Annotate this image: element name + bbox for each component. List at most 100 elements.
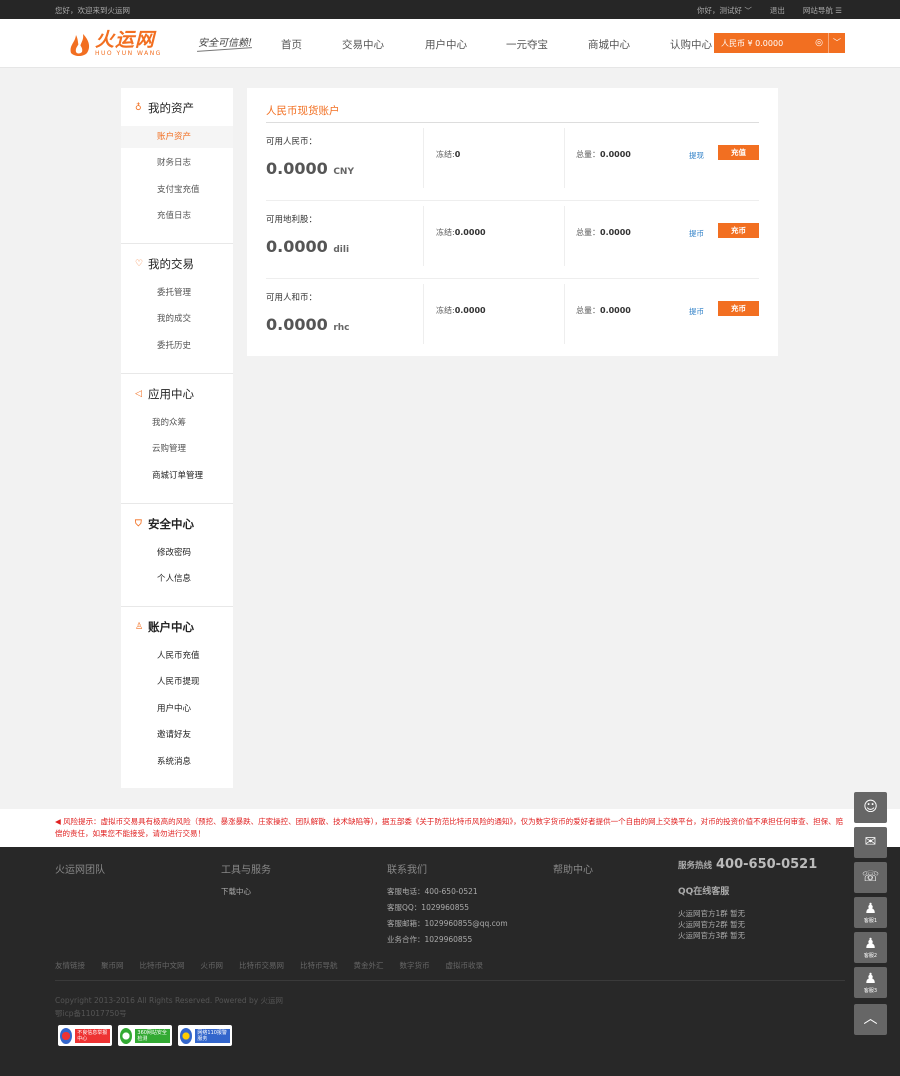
total-value: 总量：0.0000 (576, 306, 631, 315)
sidebar: ♁ 我的资产 账户资产 财务日志 支付宝充值 充值日志 ♡ 我的交易 委托管理 … (121, 88, 233, 788)
headset-icon: ☺ (863, 799, 878, 815)
header: 火运网 HUO YUN WANG 安全可信赖! 首页 交易中心 用户中心 一元夺… (0, 19, 900, 68)
footer-contact-title: 联系我们 (387, 865, 427, 876)
deposit-coin-button[interactable]: 充币 (718, 301, 759, 316)
nav-one-yuan[interactable]: 一元夺宝 (506, 37, 548, 52)
nav-mall-center[interactable]: 商城中心 (588, 37, 630, 52)
contact-business: 业务合作：1029960855 (387, 935, 473, 944)
sidebar-title-apps: ◁ 应用中心 (135, 386, 194, 402)
friend-link[interactable]: 比特币交易网 (239, 960, 284, 971)
copyright-text: Copyright 2013-2016 All Rights Reserved.… (55, 996, 284, 1005)
phone-button[interactable]: ☏ (854, 862, 887, 893)
police-110-badge[interactable]: 网络110报警服务 (178, 1025, 232, 1046)
speaker-icon: ◁ (135, 389, 142, 399)
logo[interactable]: 火运网 HUO YUN WANG (67, 31, 162, 57)
sidebar-title-label: 安全中心 (148, 517, 194, 531)
withdraw-coin-link[interactable]: 提币 (689, 228, 704, 239)
icp-text: 鄂icp备11017750号 (55, 1009, 127, 1018)
logout-link[interactable]: 退出 (770, 5, 785, 16)
friend-link[interactable]: 黄金外汇 (354, 960, 384, 971)
chevron-down-icon[interactable]: ﹀ (828, 33, 845, 53)
sidebar-item-account-assets[interactable]: 账户资产 (121, 126, 233, 148)
group-item: 火运网官方3群 暂无 (678, 931, 746, 940)
customer-service-button[interactable]: ☺ (854, 792, 887, 823)
back-to-top-button[interactable]: ︿ (854, 1004, 887, 1035)
welcome-text: 您好，欢迎来到火运网 (55, 6, 130, 15)
sidebar-divider (121, 373, 233, 374)
friend-link[interactable]: 虚拟币收录 (446, 960, 484, 971)
sidebar-item-alipay-recharge[interactable]: 支付宝充值 (121, 179, 233, 201)
security-check-badge[interactable]: 360网站安全检测 (118, 1025, 172, 1046)
sidebar-item-order-manage[interactable]: 委托管理 (121, 282, 233, 304)
qq-kefu2-button[interactable]: ♟ 客服2 (854, 932, 887, 963)
friend-link[interactable]: 比特币中文网 (140, 960, 185, 971)
nav-user-center[interactable]: 用户中心 (425, 37, 467, 52)
total-value: 总量：0.0000 (576, 150, 631, 159)
footer-divider (55, 980, 845, 981)
heart-icon: ♡ (135, 259, 144, 269)
report-center-badge[interactable]: 不良信息举报中心 (58, 1025, 112, 1046)
sidebar-item-crowdfunding[interactable]: 我的众筹 (121, 412, 233, 434)
sidebar-item-system-messages[interactable]: 系统消息 (121, 751, 233, 773)
qq-kefu3-button[interactable]: ♟ 客服3 (854, 967, 887, 998)
friend-link[interactable]: 火币网 (201, 960, 224, 971)
sidebar-item-recharge-log[interactable]: 充值日志 (121, 205, 233, 227)
friend-link[interactable]: 比特币导航 (300, 960, 338, 971)
friend-links: 友情链接 聚币网 比特币中文网 火币网 比特币交易网 比特币导航 黄金外汇 数字… (55, 960, 499, 971)
qq-service-link[interactable]: QQ在线客服 (678, 884, 729, 897)
wechat-button[interactable]: ✉ (854, 827, 887, 858)
chevron-up-icon: ︿ (863, 1011, 878, 1027)
sidebar-item-finance-log[interactable]: 财务日志 (121, 152, 233, 174)
nav-home[interactable]: 首页 (281, 37, 302, 52)
eye-icon[interactable]: ◎ (810, 38, 828, 48)
footer-team-title: 火运网团队 (55, 865, 105, 876)
user-greeting-menu[interactable]: 你好，测试好 ﹀ (697, 5, 752, 16)
sidebar-title-assets: ♁ 我的资产 (135, 100, 194, 116)
top-bar: 您好，欢迎来到火运网 你好，测试好 ﹀ 退出 网站导航 ☰ (0, 0, 900, 19)
withdraw-link[interactable]: 提现 (689, 150, 704, 161)
nav-trade-center[interactable]: 交易中心 (342, 37, 384, 52)
sidebar-item-my-deals[interactable]: 我的成交 (121, 308, 233, 330)
balance-value: 人民币 ¥ 0.0000 (721, 38, 784, 48)
footer: 火运网团队 工具与服务 下载中心 联系我们 客服电话：400-650-0521 … (0, 847, 900, 1076)
sidebar-title-account: ♙ 账户中心 (135, 619, 194, 635)
sidebar-title-security: ⛉ 安全中心 (135, 516, 194, 532)
copyright: Copyright 2013-2016 All Rights Reserved.… (55, 994, 283, 1020)
footer-help-title: 帮助中心 (553, 865, 593, 876)
asset-row: 可用地利股： 0.0000 dili 冻结:0.0000 总量：0.0000 提… (266, 201, 759, 279)
risk-warning-text: ◀ 风险提示：虚拟币交易具有极高的风险（预挖、暴涨暴跌、庄家操控、团队解散、技术… (55, 817, 844, 838)
sidebar-item-mall-orders[interactable]: 商城订单管理 (121, 465, 233, 487)
qq-kefu1-button[interactable]: ♟ 客服1 (854, 897, 887, 928)
asset-amount: 0.0000 rhc (266, 315, 350, 334)
sidebar-item-rmb-recharge[interactable]: 人民币充值 (121, 645, 233, 667)
asset-name: 可用地利股： (266, 215, 318, 225)
site-nav-link[interactable]: 网站导航 ☰ (803, 5, 842, 16)
panel-title: 人民币现货账户 (266, 105, 340, 117)
recharge-button[interactable]: 充值 (718, 145, 759, 160)
sidebar-item-personal-info[interactable]: 个人信息 (121, 568, 233, 590)
sidebar-title-label: 我的交易 (148, 257, 194, 271)
sidebar-item-invite-friends[interactable]: 邀请好友 (121, 724, 233, 746)
sidebar-divider (121, 606, 233, 607)
balance-widget[interactable]: 人民币 ¥ 0.0000 ◎ ﹀ (714, 33, 845, 53)
user-icon: ♙ (135, 622, 144, 632)
deposit-coin-button[interactable]: 充币 (718, 223, 759, 238)
download-center-link[interactable]: 下载中心 (221, 886, 251, 897)
column-divider (423, 128, 424, 188)
asset-name: 可用人和币： (266, 293, 318, 303)
asset-row: 可用人民币： 0.0000 CNY 冻结:0 总量：0.0000 提现 充值 (266, 123, 759, 201)
report-logo-icon (60, 1027, 73, 1044)
frozen-value: 冻结:0.0000 (436, 228, 486, 237)
withdraw-coin-link[interactable]: 提币 (689, 306, 704, 317)
sidebar-item-change-password[interactable]: 修改密码 (121, 542, 233, 564)
sidebar-item-user-center[interactable]: 用户中心 (121, 698, 233, 720)
money-bag-icon: ♁ (135, 103, 142, 113)
sidebar-item-cloud-buy[interactable]: 云购管理 (121, 438, 233, 460)
speaker-icon: ◀ (55, 817, 64, 826)
sidebar-item-rmb-withdraw[interactable]: 人民币提现 (121, 671, 233, 693)
sidebar-item-order-history[interactable]: 委托历史 (121, 335, 233, 357)
nav-subscribe-center[interactable]: 认购中心 (670, 37, 712, 52)
friend-link[interactable]: 聚币网 (101, 960, 124, 971)
trust-badges: 不良信息举报中心 360网站安全检测 网络110报警服务 (58, 1025, 232, 1046)
friend-link[interactable]: 数字货币 (400, 960, 430, 971)
